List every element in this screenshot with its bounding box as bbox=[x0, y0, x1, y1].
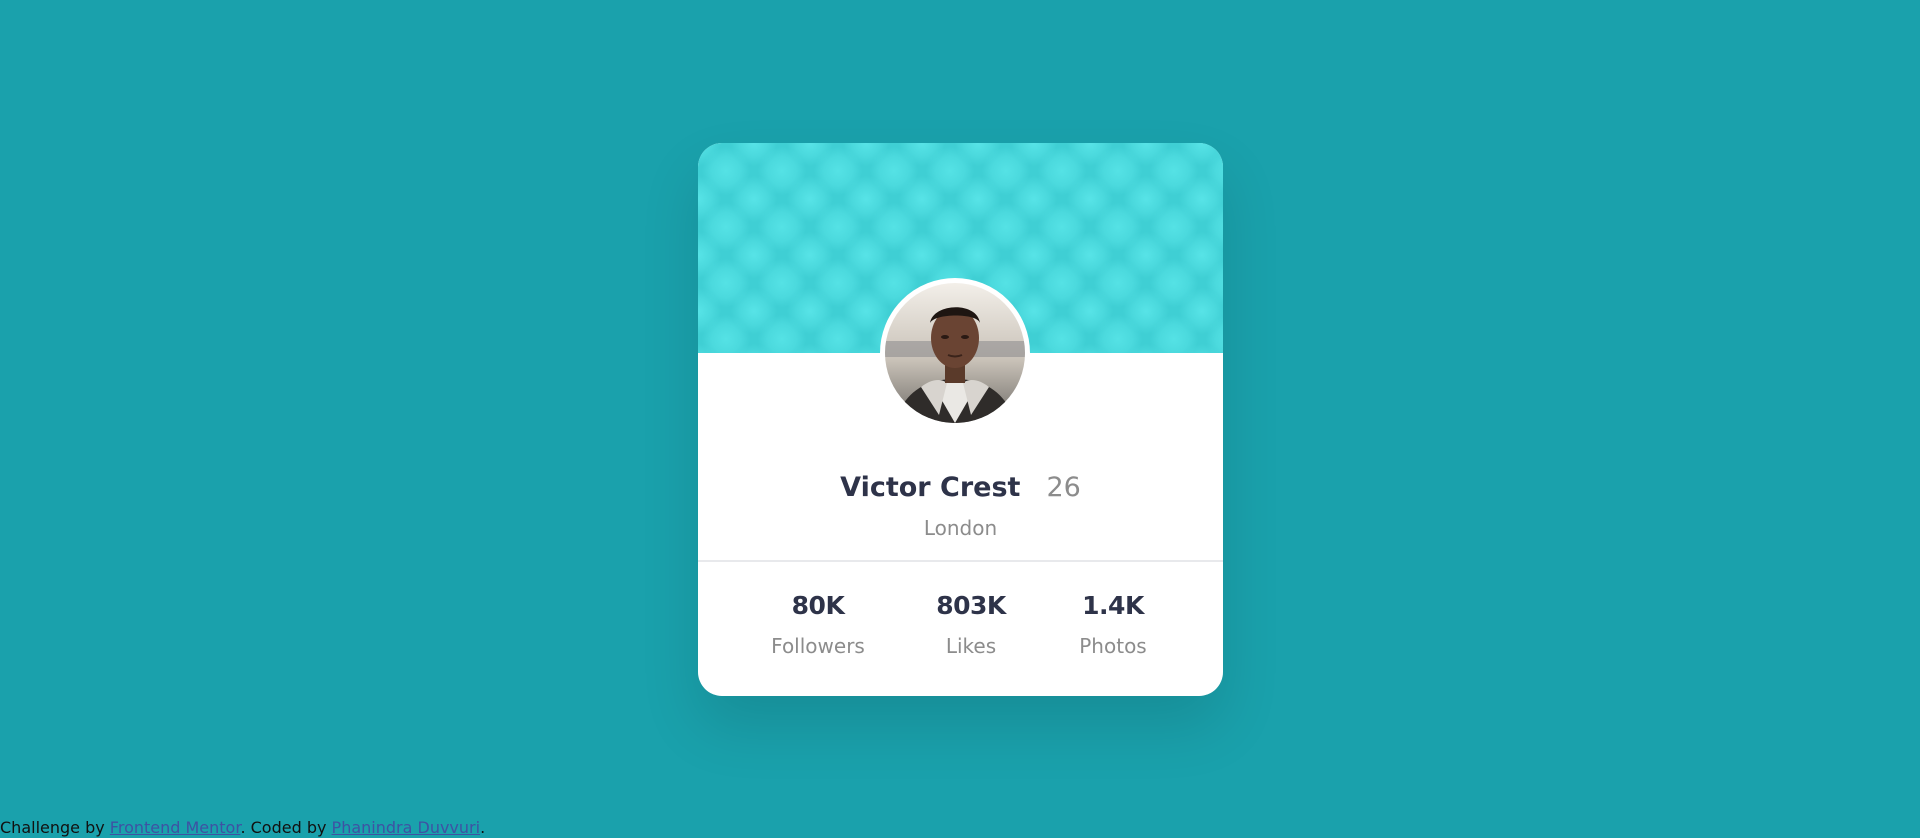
profile-name: Victor Crest bbox=[840, 472, 1021, 503]
profile-city: London bbox=[923, 516, 998, 540]
attribution-prefix: Challenge by bbox=[0, 818, 110, 837]
card-divider bbox=[698, 560, 1223, 562]
stat-photos: 1.4K Photos bbox=[1043, 589, 1183, 659]
avatar bbox=[880, 278, 1030, 428]
stat-value: 1.4K bbox=[1082, 591, 1144, 620]
stat-label: Photos bbox=[1079, 634, 1147, 658]
stats-row: 80K Followers 803K Likes 1.4K Photos bbox=[698, 589, 1223, 679]
profile-card: Victor Crest 26 London 80K Followers 803K… bbox=[698, 143, 1223, 696]
frontend-mentor-link[interactable]: Frontend Mentor bbox=[110, 818, 241, 837]
profile-age: 26 bbox=[1046, 472, 1081, 503]
stat-followers: 80K Followers bbox=[748, 589, 888, 659]
profile-identity: Victor Crest 26 London bbox=[698, 470, 1223, 542]
stat-label: Likes bbox=[945, 634, 997, 658]
attribution: Challenge by Frontend Mentor. Coded by P… bbox=[0, 817, 485, 838]
attribution-suffix: . bbox=[480, 818, 486, 837]
attribution-middle: . Coded by bbox=[240, 818, 332, 837]
stat-label: Followers bbox=[771, 634, 865, 658]
stat-value: 803K bbox=[936, 591, 1006, 620]
avatar-image bbox=[885, 283, 1025, 423]
name-line: Victor Crest 26 bbox=[698, 470, 1223, 506]
stat-likes: 803K Likes bbox=[901, 589, 1041, 659]
author-link[interactable]: Phanindra Duvvuri bbox=[332, 818, 481, 837]
stat-value: 80K bbox=[791, 591, 845, 620]
